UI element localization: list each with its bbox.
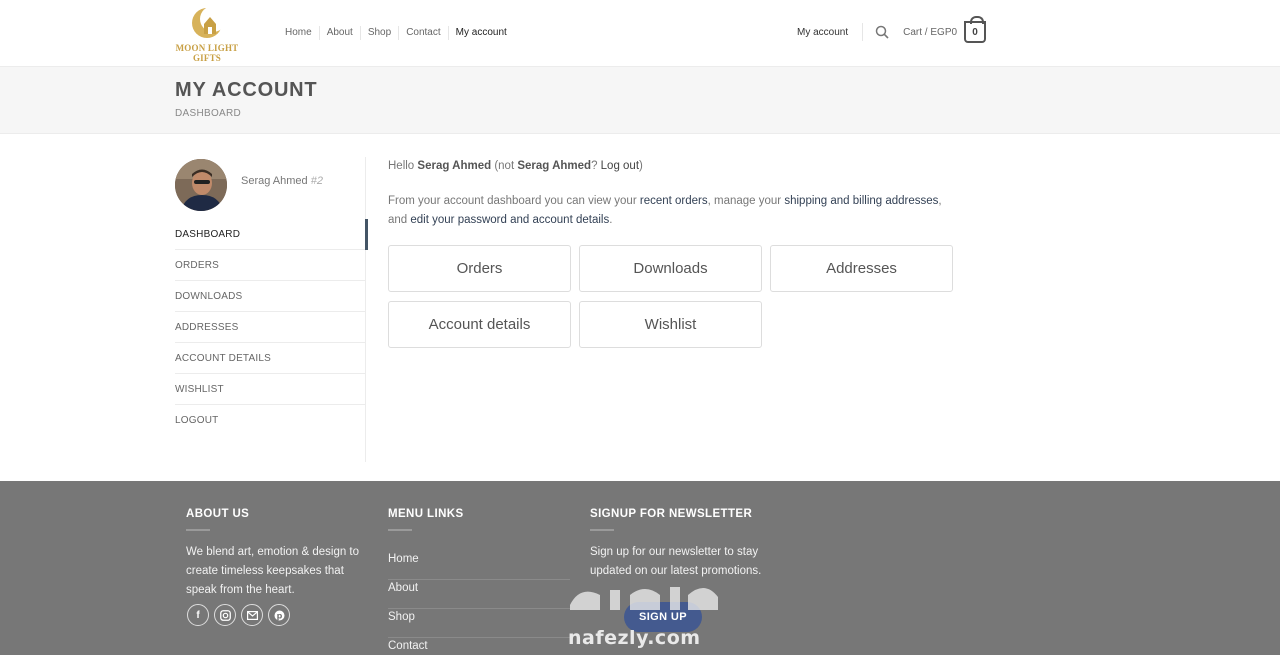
main-nav: Home About Shop Contact My account (278, 25, 514, 41)
account-menu: DASHBOARD ORDERS DOWNLOADS ADDRESSES ACC… (175, 219, 368, 436)
user-id: #2 (310, 175, 323, 187)
footer-link-home[interactable]: Home (388, 551, 570, 580)
sidebar-item-orders[interactable]: ORDERS (175, 250, 366, 281)
sidebar-item-wishlist[interactable]: WISHLIST (175, 374, 366, 405)
tile-downloads[interactable]: Downloads (579, 245, 762, 292)
account-details-link[interactable]: edit your password and account details (410, 214, 609, 226)
sidebar-item-downloads[interactable]: DOWNLOADS (175, 281, 366, 312)
cart-icon[interactable]: 0 (964, 16, 987, 43)
logo-text: MOON LIGHT GIFTS (175, 43, 239, 63)
footer-about-text: We blend art, emotion & design to create… (186, 546, 360, 596)
tile-addresses[interactable]: Addresses (770, 245, 953, 292)
footer-about: ABOUT US We blend art, emotion & design … (186, 508, 371, 600)
page-title: MY ACCOUNT (175, 79, 318, 101)
greeting-name-2: Serag Ahmed (517, 160, 592, 172)
site-logo[interactable]: MOON LIGHT GIFTS (174, 4, 240, 64)
header-account-link[interactable]: My account (797, 27, 848, 38)
cart-link[interactable]: Cart / EGP0 (903, 27, 957, 38)
header-right: My account Cart / EGP0 0 (797, 16, 987, 44)
footer-divider (388, 529, 412, 531)
tile-orders[interactable]: Orders (388, 245, 571, 292)
email-icon[interactable] (241, 604, 263, 626)
site-header: MOON LIGHT GIFTS Home About Shop Contact… (0, 0, 1280, 67)
nav-about[interactable]: About (318, 26, 360, 40)
tile-wishlist[interactable]: Wishlist (579, 301, 762, 348)
footer-link-contact[interactable]: Contact (388, 638, 570, 655)
nav-contact[interactable]: Contact (398, 26, 447, 40)
greeting: Hello Serag Ahmed (not Serag Ahmed? Log … (388, 160, 643, 172)
moon-logo-icon (192, 6, 226, 38)
nav-home[interactable]: Home (278, 26, 319, 40)
footer-about-heading: ABOUT US (186, 508, 250, 520)
search-icon[interactable] (875, 25, 889, 39)
sidebar-item-account-details[interactable]: ACCOUNT DETAILS (175, 343, 366, 374)
nav-shop[interactable]: Shop (359, 26, 398, 40)
account-sidebar: Serag Ahmed #2 DASHBOARD ORDERS DOWNLOAD… (175, 157, 368, 462)
greeting-name: Serag Ahmed (417, 160, 492, 172)
footer-newsletter-heading: SIGNUP FOR NEWSLETTER (590, 508, 753, 520)
footer-menu-links: Home About Shop Contact (388, 551, 570, 655)
footer-menu-heading: MENU LINKS (388, 508, 464, 520)
instagram-icon[interactable] (214, 604, 236, 626)
tile-account-details[interactable]: Account details (388, 301, 571, 348)
page-subtitle: DASHBOARD (175, 108, 242, 119)
watermark-text: nafezly.com (568, 627, 701, 649)
social-icons: f p (187, 604, 295, 626)
sidebar-item-dashboard[interactable]: DASHBOARD (175, 219, 368, 250)
footer-divider (590, 529, 614, 531)
account-dashboard: Hello Serag Ahmed (not Serag Ahmed? Log … (388, 157, 958, 348)
avatar (175, 159, 227, 211)
pinterest-icon[interactable]: p (268, 604, 290, 626)
footer-link-about[interactable]: About (388, 580, 570, 609)
header-divider (862, 23, 864, 41)
cart-count: 0 (972, 26, 978, 38)
nav-my-account[interactable]: My account (447, 26, 514, 40)
logout-link[interactable]: Log out (601, 160, 639, 172)
svg-text:p: p (276, 611, 282, 620)
footer-divider (186, 529, 210, 531)
sidebar-item-addresses[interactable]: ADDRESSES (175, 312, 366, 343)
recent-orders-link[interactable]: recent orders (640, 195, 708, 207)
sidebar-item-logout[interactable]: LOGOUT (175, 405, 366, 436)
footer-menu: MENU LINKS (388, 508, 570, 531)
user-name: Serag Ahmed #2 (241, 175, 323, 187)
addresses-link[interactable]: shipping and billing addresses (784, 195, 938, 207)
facebook-icon[interactable]: f (187, 604, 209, 626)
dashboard-intro: From your account dashboard you can view… (388, 195, 942, 226)
footer-link-shop[interactable]: Shop (388, 609, 570, 638)
